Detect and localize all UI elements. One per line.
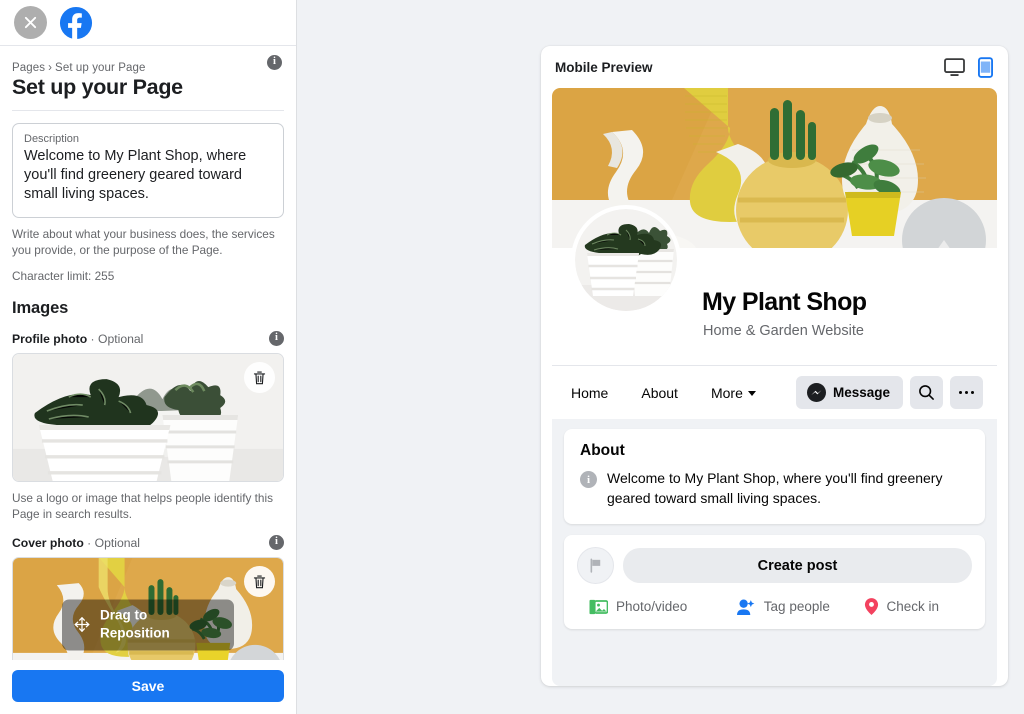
tag-people-icon bbox=[736, 599, 755, 615]
nav-about-label: About bbox=[641, 384, 678, 401]
save-bar: Save bbox=[0, 660, 296, 714]
profile-photo-thumbnail[interactable] bbox=[12, 353, 284, 482]
info-icon: i bbox=[580, 471, 597, 488]
page-title: Set up your Page bbox=[12, 75, 183, 99]
message-button-label: Message bbox=[832, 385, 890, 400]
description-label: Description bbox=[24, 133, 80, 145]
trash-icon bbox=[253, 371, 266, 384]
about-card: About i Welcome to My Plant Shop, where … bbox=[564, 429, 985, 524]
preview-header: Mobile Preview bbox=[541, 46, 1008, 88]
breadcrumb: Pages › Set up your Page bbox=[12, 62, 267, 74]
panel-body: Pages › Set up your Page Set up your Page … bbox=[0, 46, 296, 660]
info-icon[interactable]: i bbox=[269, 331, 284, 346]
cover-photo-label-text: Cover photo bbox=[12, 535, 84, 550]
nav-home[interactable]: Home bbox=[571, 385, 608, 401]
cover-photo-label-row: Cover photo · Optional i bbox=[12, 535, 284, 550]
page-header: Pages › Set up your Page Set up your Page … bbox=[12, 46, 284, 100]
close-icon[interactable] bbox=[14, 6, 47, 39]
about-row: i Welcome to My Plant Shop, where you'll… bbox=[580, 469, 969, 508]
trash-icon bbox=[253, 575, 266, 588]
images-heading: Images bbox=[12, 299, 69, 317]
cover-photo-thumbnail[interactable]: Drag to Reposition bbox=[12, 557, 284, 660]
drag-to-reposition-control[interactable]: Drag to Reposition bbox=[62, 599, 234, 651]
avatar[interactable] bbox=[571, 205, 681, 315]
ellipsis-icon bbox=[958, 390, 975, 395]
divider bbox=[12, 110, 284, 111]
check-in-label: Check in bbox=[886, 599, 940, 614]
photo-video-label: Photo/video bbox=[616, 599, 688, 614]
composer-card: Create post Photo/video Tag people Check… bbox=[564, 535, 985, 629]
avatar-image bbox=[575, 209, 677, 311]
composer-actions: Photo/video Tag people Check in bbox=[577, 597, 972, 616]
check-in-action[interactable]: Check in bbox=[864, 597, 968, 616]
delete-cover-photo-button[interactable] bbox=[244, 566, 275, 597]
drag-label-line2: Reposition bbox=[100, 625, 170, 641]
cover-photo-optional: · Optional bbox=[83, 535, 141, 550]
save-button[interactable]: Save bbox=[12, 670, 284, 702]
info-icon[interactable]: i bbox=[267, 55, 282, 70]
create-post-button[interactable]: Create post bbox=[623, 548, 972, 583]
page-flag-icon bbox=[577, 547, 614, 584]
about-text: Welcome to My Plant Shop, where you'll f… bbox=[607, 470, 943, 506]
phone-preview: My Plant Shop Home & Garden Website Home… bbox=[552, 88, 997, 686]
profile-photo-label-row: Profile photo · Optional i bbox=[12, 331, 284, 346]
photo-video-action[interactable]: Photo/video bbox=[581, 597, 736, 616]
mobile-icon[interactable] bbox=[978, 56, 993, 78]
search-button[interactable] bbox=[910, 376, 943, 409]
delete-profile-photo-button[interactable] bbox=[244, 362, 275, 393]
info-icon[interactable]: i bbox=[269, 535, 284, 550]
nav-home-label: Home bbox=[571, 384, 609, 401]
search-icon bbox=[919, 385, 934, 400]
device-toggle bbox=[944, 56, 993, 78]
mobile-preview-card: Mobile Preview My Plant Shop Home & Gard… bbox=[541, 46, 1008, 686]
profile-photo-label-text: Profile photo bbox=[12, 331, 88, 346]
preview-title: Mobile Preview bbox=[555, 59, 653, 75]
messenger-icon bbox=[806, 383, 826, 402]
preview-area: Mobile Preview My Plant Shop Home & Gard… bbox=[297, 0, 1024, 714]
tag-people-action[interactable]: Tag people bbox=[736, 597, 864, 616]
location-pin-icon bbox=[864, 598, 878, 615]
composer-top-row: Create post bbox=[577, 547, 972, 584]
photo-video-icon bbox=[589, 599, 608, 614]
about-title: About bbox=[580, 442, 625, 459]
chevron-down-icon bbox=[747, 391, 756, 396]
breadcrumb-current: Set up your Page bbox=[55, 62, 146, 74]
breadcrumb-separator: › bbox=[48, 62, 53, 74]
breadcrumb-root[interactable]: Pages bbox=[12, 62, 45, 74]
setup-panel: Pages › Set up your Page Set up your Page … bbox=[0, 0, 297, 714]
nav-more-label: More bbox=[710, 384, 743, 401]
facebook-logo-icon[interactable] bbox=[59, 6, 93, 40]
page-category: Home & Garden Website bbox=[703, 323, 864, 339]
description-value: Welcome to My Plant Shop, where you'll f… bbox=[24, 148, 247, 202]
app-root: Pages › Set up your Page Set up your Page … bbox=[0, 0, 1024, 714]
desktop-icon[interactable] bbox=[944, 57, 965, 77]
profile-photo-art bbox=[13, 354, 283, 481]
character-limit: Character limit: 255 bbox=[12, 269, 115, 283]
more-options-button[interactable] bbox=[950, 376, 983, 409]
tag-people-label: Tag people bbox=[763, 599, 830, 614]
profile-photo-helper: Use a logo or image that helps people id… bbox=[12, 491, 274, 521]
profile-photo-label: Profile photo · Optional bbox=[12, 332, 269, 346]
nav-about[interactable]: About bbox=[641, 385, 678, 401]
page-name: My Plant Shop bbox=[702, 288, 867, 316]
move-icon bbox=[74, 617, 90, 632]
page-nav: Home About More Message bbox=[552, 365, 997, 419]
drag-to-reposition-label: Drag to Reposition bbox=[100, 607, 170, 643]
message-button[interactable]: Message bbox=[795, 376, 903, 409]
drag-label-line1: Drag to bbox=[100, 607, 148, 623]
profile-photo-optional: · Optional bbox=[87, 331, 144, 346]
description-helper: Write about what your business does, the… bbox=[12, 227, 275, 257]
panel-topbar bbox=[0, 0, 296, 46]
description-input[interactable]: Description Welcome to My Plant Shop, wh… bbox=[12, 123, 284, 218]
preview-profile-header: My Plant Shop Home & Garden Website bbox=[552, 205, 997, 365]
nav-more[interactable]: More bbox=[711, 385, 756, 401]
preview-feed: About i Welcome to My Plant Shop, where … bbox=[552, 419, 997, 686]
cover-photo-label: Cover photo · Optional bbox=[12, 536, 269, 550]
